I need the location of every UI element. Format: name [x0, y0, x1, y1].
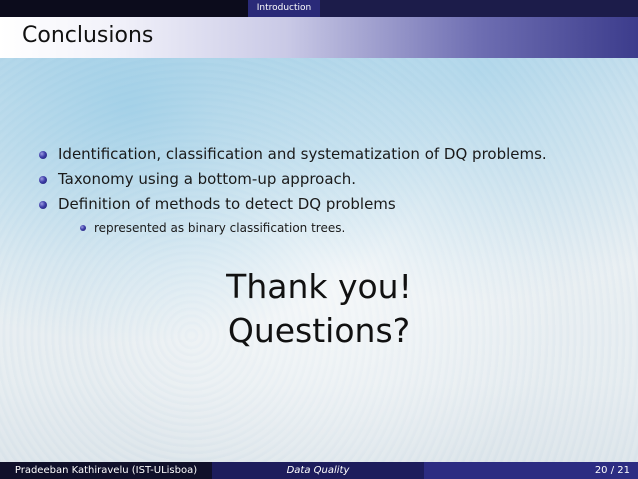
footer-bar: Pradeeban Kathiravelu (IST-ULisboa) Data… — [0, 462, 638, 479]
bullet-text: Taxonomy using a bottom-up approach. — [58, 170, 357, 188]
bullet-list: Identification, classification and syste… — [36, 142, 616, 239]
bullet-dot-icon — [39, 201, 47, 209]
bullet-dot-icon — [39, 176, 47, 184]
bullet-item: Identification, classification and syste… — [36, 142, 616, 167]
bullet-dot-icon — [39, 151, 47, 159]
footer-talk-title: Data Quality — [212, 462, 424, 479]
slide-title: Conclusions — [22, 23, 154, 48]
thank-you-text: Thank you! — [226, 267, 412, 306]
nav-bar-right — [320, 0, 638, 17]
slide: Introduction Conclusions Identification,… — [0, 0, 638, 479]
page-number: 20 / 21 — [594, 465, 630, 476]
sub-bullet-dot-icon — [80, 225, 86, 231]
bullet-item: Definition of methods to detect DQ probl… — [36, 192, 616, 217]
sub-bullet-text: represented as binary classification tre… — [94, 221, 346, 235]
top-navigation-bar: Introduction — [0, 0, 638, 17]
footer-right: 20 / 21 — [424, 462, 638, 479]
bullet-item: Taxonomy using a bottom-up approach. — [36, 167, 616, 192]
closing-message: Thank you! Questions? — [0, 265, 638, 353]
nav-section-introduction[interactable]: Introduction — [248, 0, 320, 17]
sub-bullet-item: represented as binary classification tre… — [36, 217, 616, 239]
footer-author: Pradeeban Kathiravelu (IST-ULisboa) — [0, 462, 212, 479]
bullet-text: Definition of methods to detect DQ probl… — [58, 195, 396, 213]
questions-text: Questions? — [227, 311, 411, 350]
bullet-text: Identification, classification and syste… — [58, 145, 547, 163]
